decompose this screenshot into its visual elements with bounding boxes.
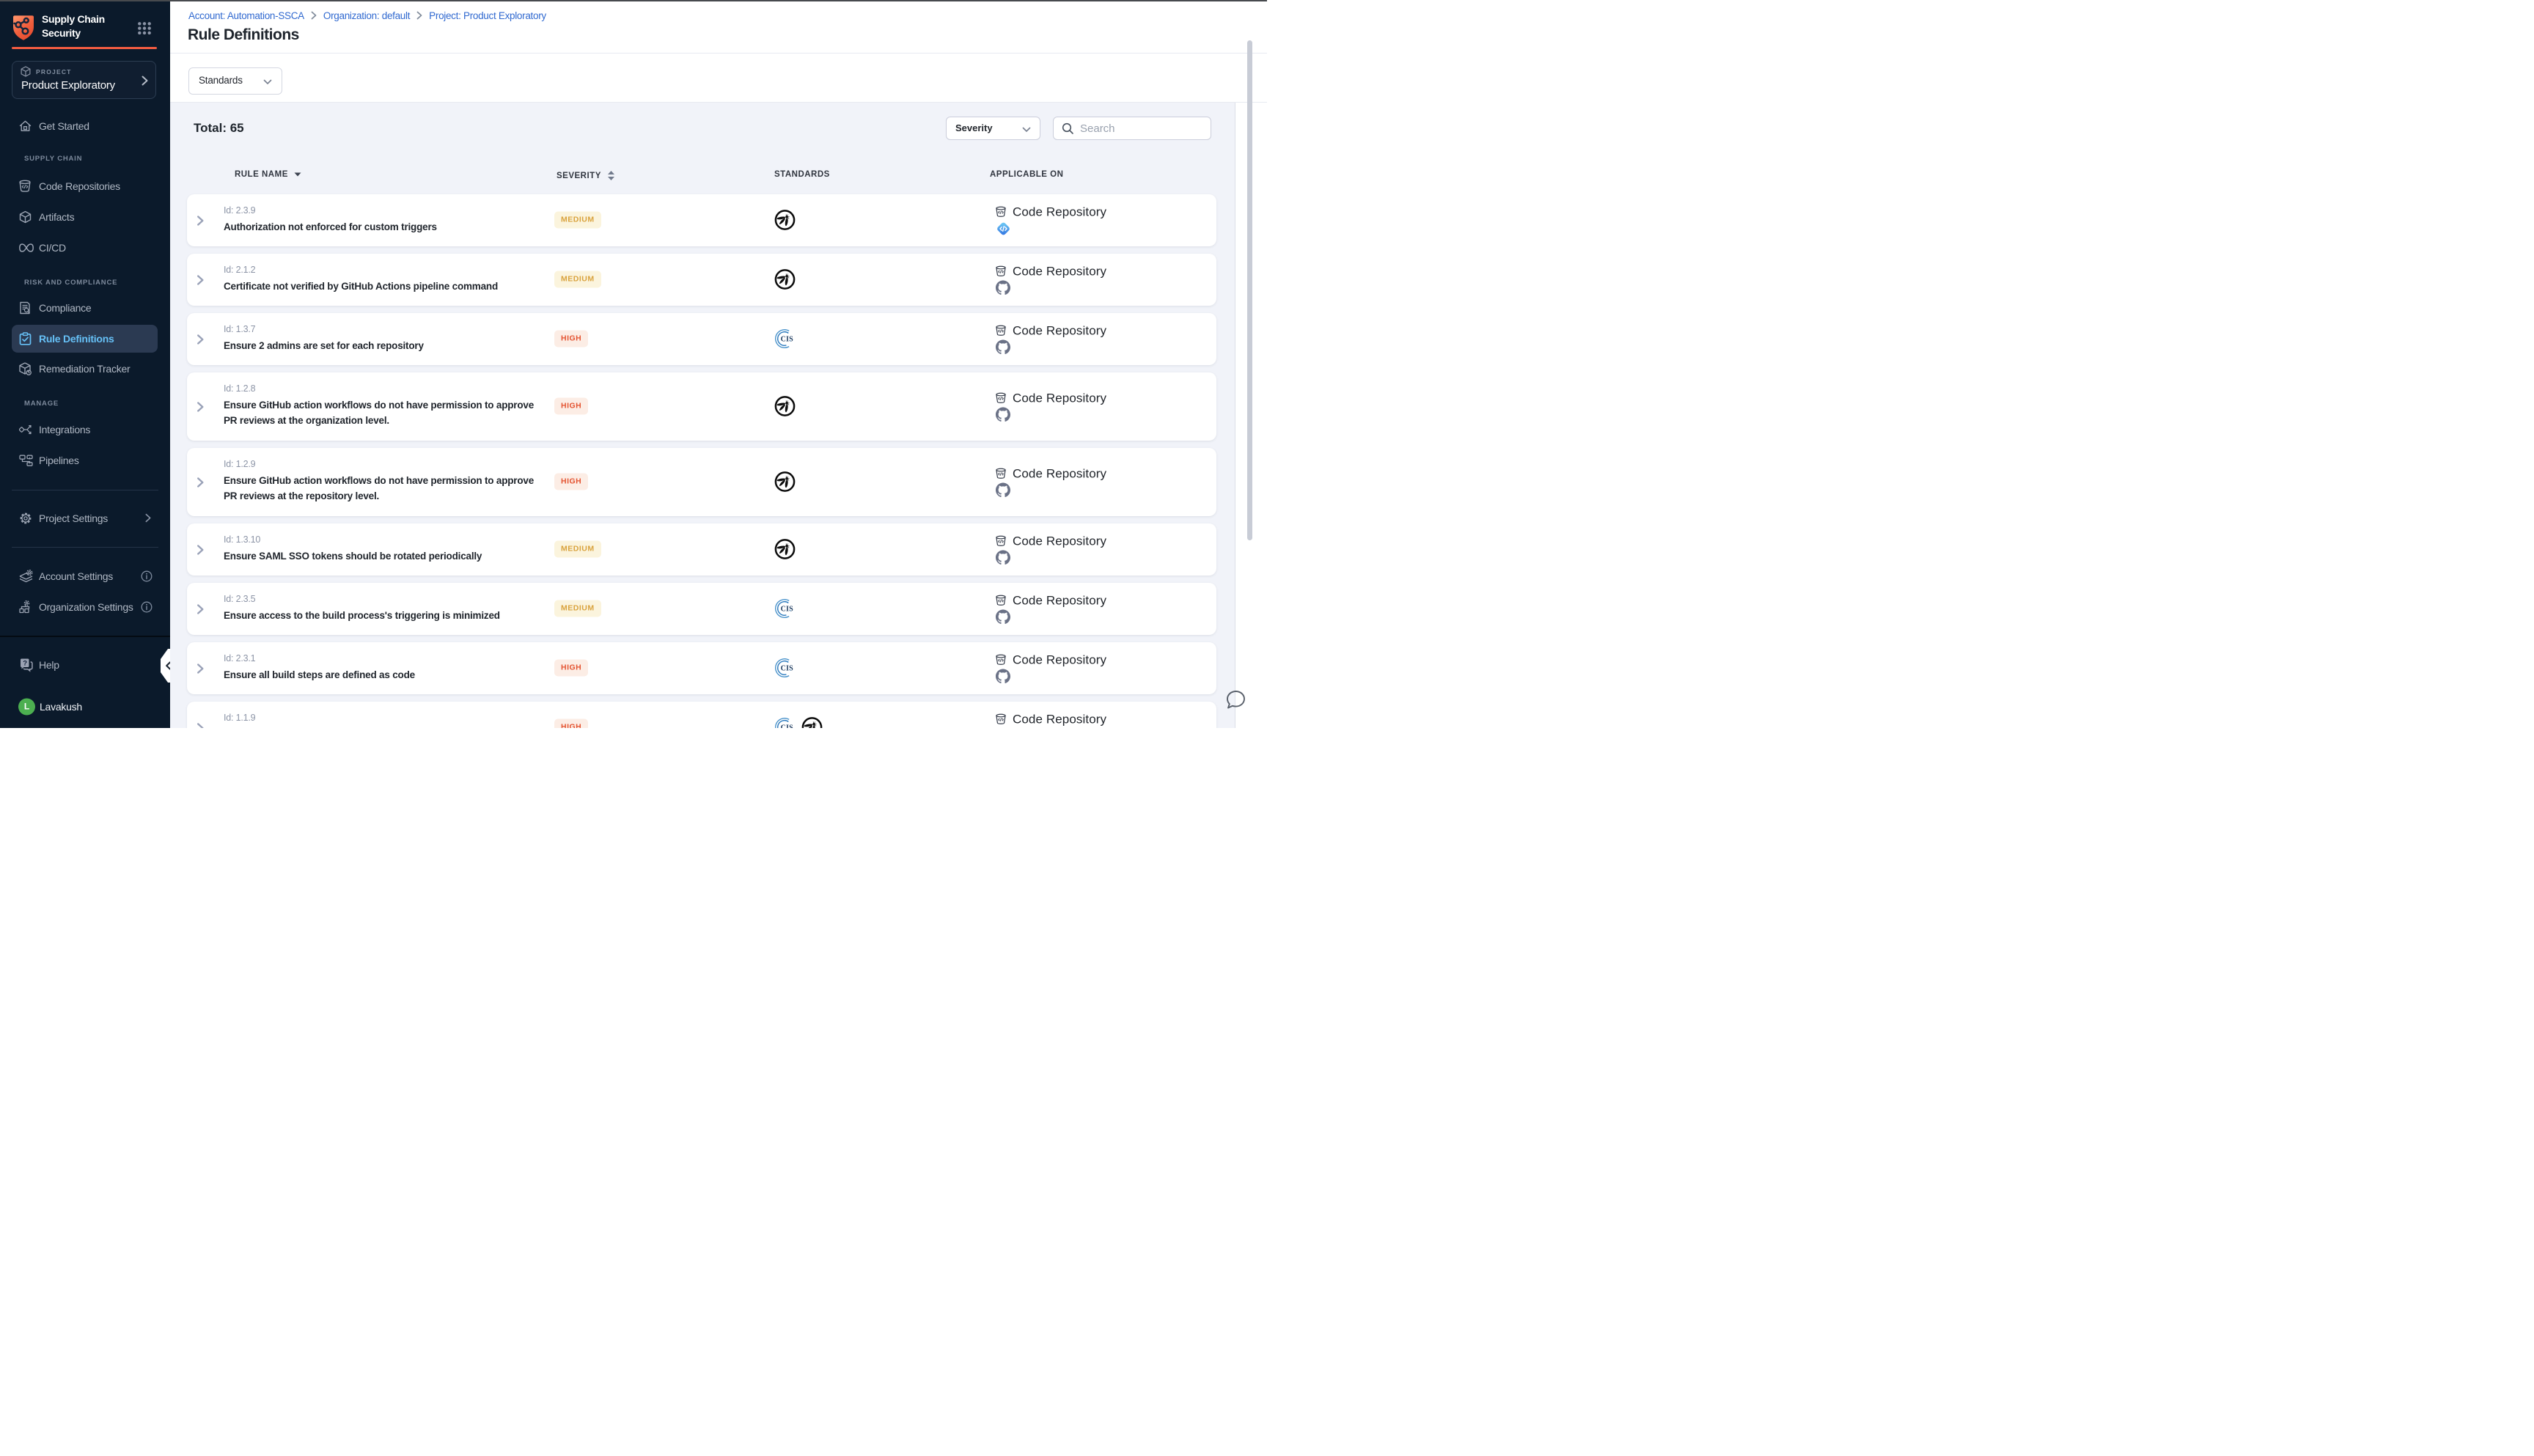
svg-text:?: ? (23, 659, 27, 667)
svg-text:CIS: CIS (781, 724, 794, 728)
svg-text:CIS: CIS (781, 335, 794, 343)
svg-text:CIS: CIS (781, 664, 794, 672)
svg-text:CIS: CIS (781, 605, 794, 613)
